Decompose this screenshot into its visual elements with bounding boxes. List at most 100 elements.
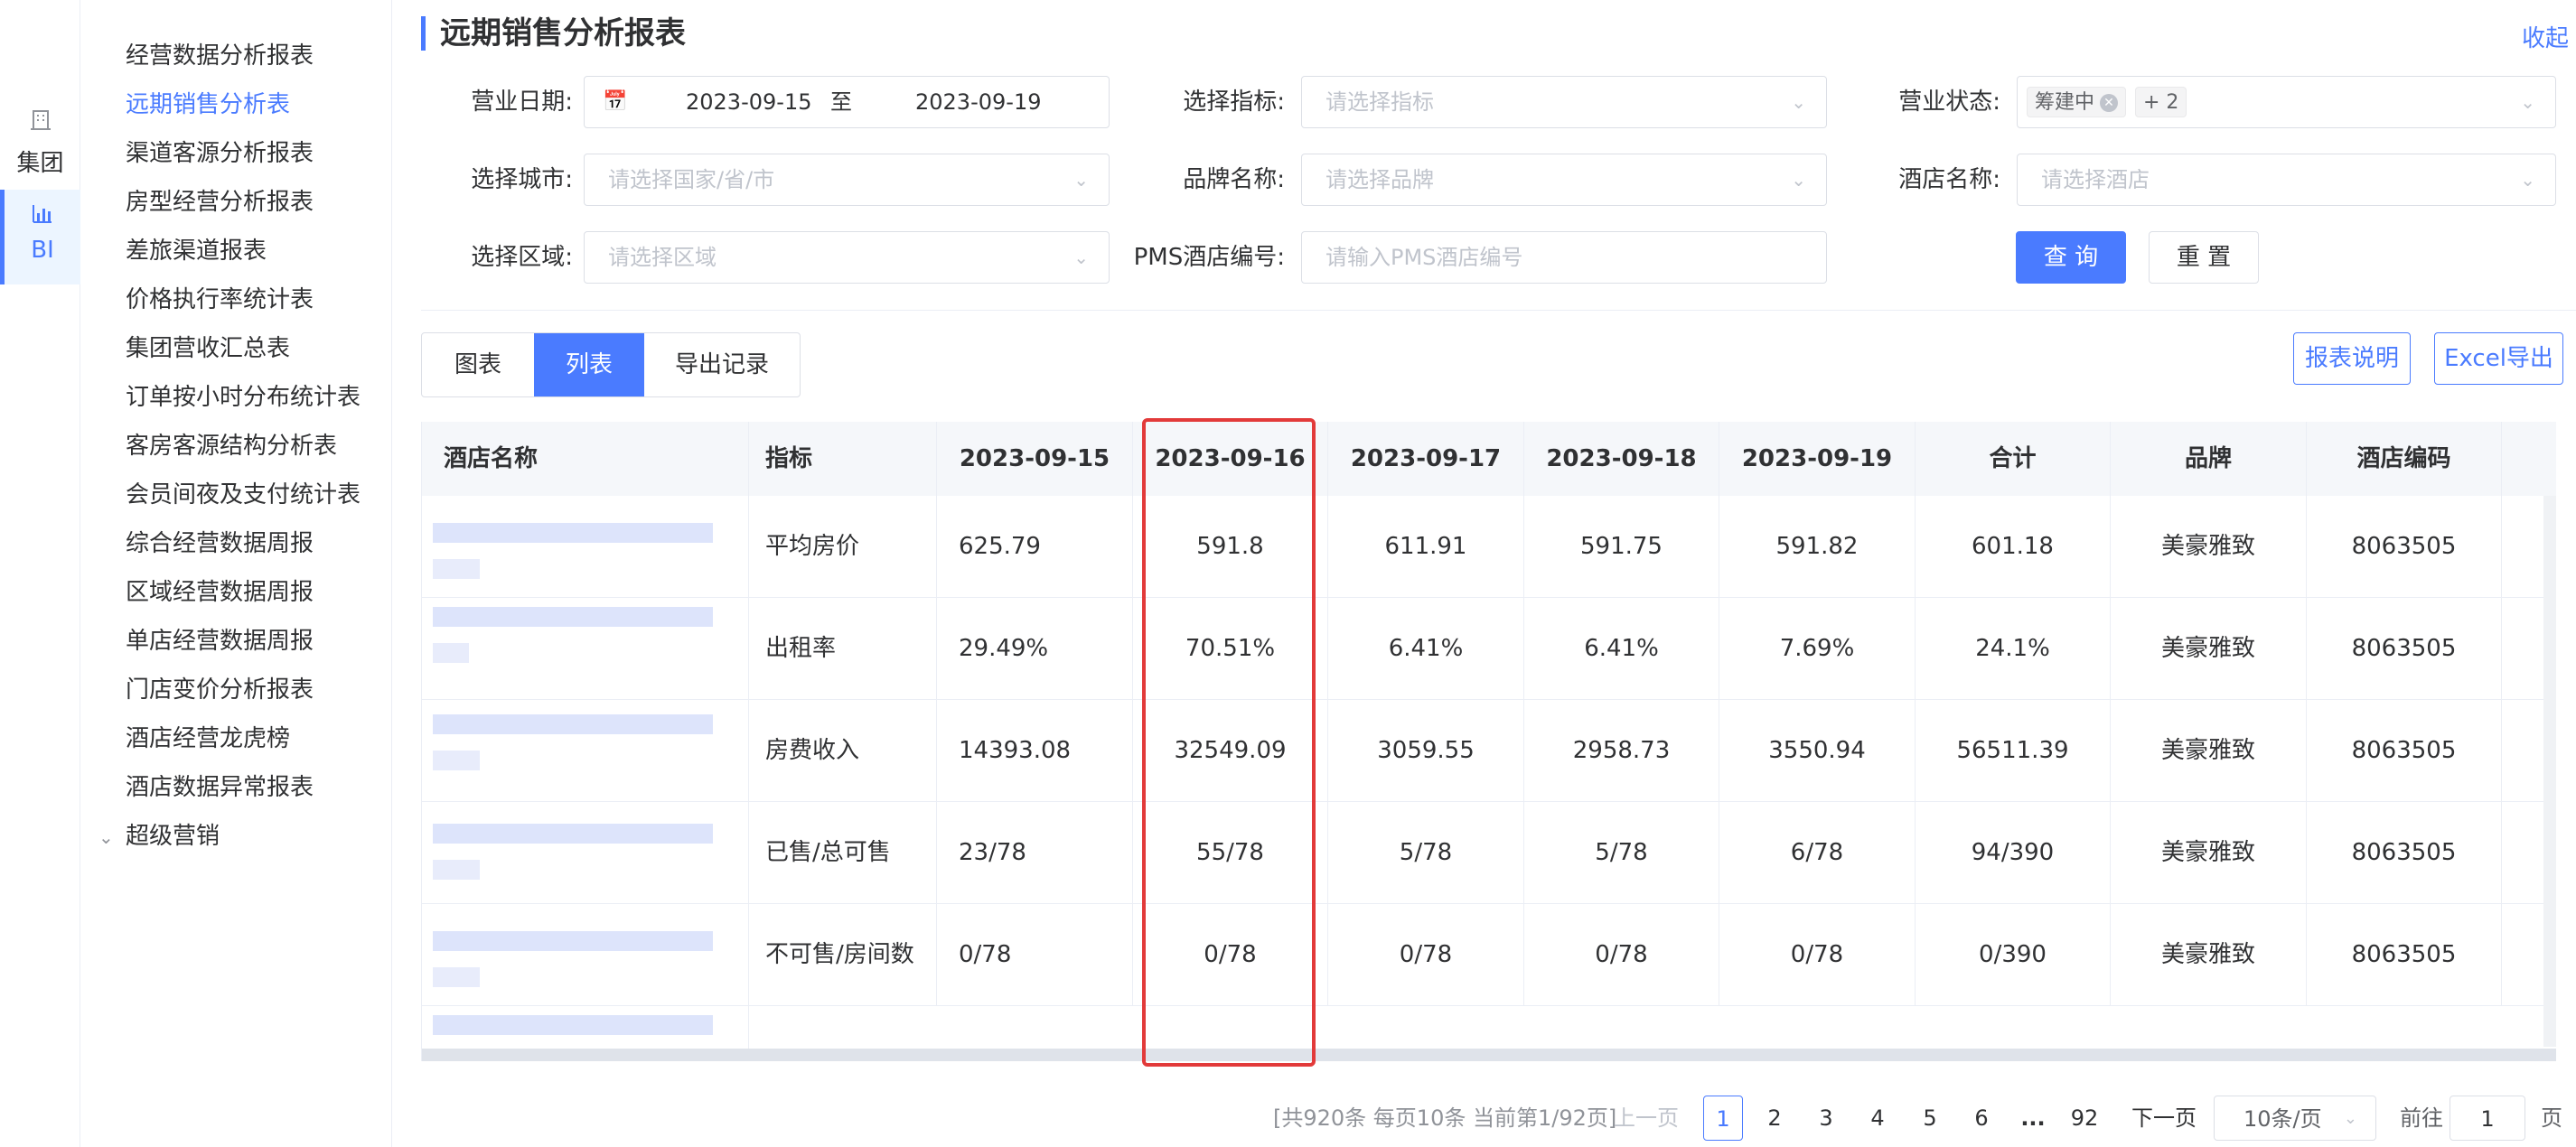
- menu-item[interactable]: 门店变价分析报表: [126, 672, 314, 708]
- menu-item[interactable]: 区域经营数据周报: [126, 574, 314, 611]
- collapse-link[interactable]: 收起: [2522, 20, 2569, 53]
- page-size-value: 10条/页: [2243, 1106, 2322, 1132]
- report-desc-button[interactable]: 报表说明: [2293, 332, 2411, 385]
- chevron-down-icon: ⌄: [1791, 169, 1806, 191]
- goto-page-input[interactable]: 1: [2450, 1096, 2525, 1141]
- indicator-cell: 不可售/房间数: [749, 904, 937, 1005]
- page-button[interactable]: 5: [1910, 1096, 1950, 1141]
- reset-button[interactable]: 重 置: [2149, 231, 2259, 284]
- tab-list[interactable]: 列表: [534, 333, 644, 396]
- menu-item[interactable]: 差旅渠道报表: [126, 233, 267, 269]
- menu-item[interactable]: 集团营收汇总表: [126, 331, 290, 367]
- page-size-select[interactable]: 10条/页 ⌄: [2214, 1096, 2376, 1141]
- status-tag-label: 筹建中: [2035, 91, 2095, 114]
- status-label: 营业状态:: [1898, 89, 2000, 116]
- brand-cell: 美豪雅致: [2111, 598, 2307, 699]
- menu-group-super-marketing[interactable]: ⌄ 超级营销: [98, 818, 220, 854]
- value-cell: 591.8: [1133, 496, 1328, 597]
- status-tag[interactable]: 筹建中 ✕: [2027, 87, 2127, 117]
- menu-item[interactable]: 酒店数据异常报表: [126, 769, 314, 806]
- indicator-cell: 平均房价: [749, 496, 937, 597]
- city-placeholder: 请选择国家/省/市: [608, 167, 775, 192]
- menu-item[interactable]: 房型经营分析报表: [126, 184, 314, 220]
- th-hotel-code: 酒店编码: [2307, 422, 2502, 496]
- bar-chart-icon: [5, 202, 80, 229]
- next-page-button[interactable]: 下一页: [2131, 1096, 2197, 1141]
- rail-item-bi[interactable]: BI: [0, 190, 80, 284]
- page-button-last[interactable]: 92: [2065, 1096, 2104, 1141]
- region-select[interactable]: 请选择区域 ⌄: [584, 231, 1110, 284]
- value-cell: 70.51%: [1133, 598, 1328, 699]
- rail-item-group[interactable]: 集团: [0, 99, 80, 194]
- tab-chart[interactable]: 图表: [422, 333, 534, 396]
- menu-item[interactable]: 订单按小时分布统计表: [126, 379, 361, 415]
- excel-export-button[interactable]: Excel导出: [2434, 332, 2563, 385]
- value-cell: 14393.08: [937, 700, 1133, 801]
- pms-input[interactable]: 请输入PMS酒店编号: [1301, 231, 1827, 284]
- menu-item[interactable]: 单店经营数据周报: [126, 623, 314, 659]
- menu-group-label: 超级营销: [126, 823, 220, 850]
- menu-item[interactable]: 客房客源结构分析表: [126, 428, 337, 464]
- city-label: 选择城市:: [471, 166, 573, 193]
- th-date: 2023-09-16: [1133, 422, 1328, 496]
- page-title: 远期销售分析报表: [421, 16, 686, 51]
- indicator-cell: 出租率: [749, 598, 937, 699]
- indicator-label: 选择指标:: [1183, 89, 1285, 116]
- value-cell: 23/78: [937, 802, 1133, 903]
- page-button[interactable]: 4: [1858, 1096, 1897, 1141]
- chevron-down-icon: ⌄: [98, 826, 114, 848]
- region-placeholder: 请选择区域: [608, 245, 717, 270]
- total-cell: 56511.39: [1916, 700, 2111, 801]
- hotel-name-cell-blurred: [422, 598, 749, 699]
- th-indicator: 指标: [749, 422, 937, 496]
- hotel-name-cell-blurred: [422, 904, 749, 1005]
- total-cell: 94/390: [1916, 802, 2111, 903]
- indicator-select[interactable]: 请选择指标 ⌄: [1301, 76, 1827, 128]
- brand-select[interactable]: 请选择品牌 ⌄: [1301, 154, 1827, 206]
- prev-page-button[interactable]: 上一页: [1614, 1096, 1679, 1141]
- close-icon[interactable]: ✕: [2100, 94, 2119, 112]
- page-button-active[interactable]: 1: [1703, 1096, 1743, 1141]
- table-vertical-scrollbar[interactable]: [2543, 496, 2556, 1047]
- date-start: 2023-09-15: [686, 89, 812, 115]
- hotel-name-cell-blurred: [422, 700, 749, 801]
- menu-item[interactable]: 综合经营数据周报: [126, 526, 314, 562]
- table-row: 已售/总可售 23/78 55/78 5/78 5/78 6/78 94/390…: [422, 802, 2556, 904]
- indicator-cell: 房费收入: [749, 700, 937, 801]
- value-cell: 6/78: [1719, 802, 1916, 903]
- menu-item[interactable]: 经营数据分析报表: [126, 38, 314, 74]
- tab-export-records[interactable]: 导出记录: [644, 333, 800, 396]
- table-row: 房费收入 14393.08 32549.09 3059.55 2958.73 3…: [422, 700, 2556, 802]
- menu-item[interactable]: 价格执行率统计表: [126, 282, 314, 318]
- value-cell: 611.91: [1328, 496, 1524, 597]
- query-button[interactable]: 查 询: [2016, 231, 2126, 284]
- data-table: 酒店名称 指标 2023-09-15 2023-09-16 2023-09-17…: [421, 422, 2556, 1061]
- indicator-placeholder: 请选择指标: [1325, 89, 1434, 115]
- menu-item-active[interactable]: 远期销售分析表: [126, 87, 290, 123]
- chevron-down-icon: ⌄: [2520, 91, 2535, 113]
- table-row: 平均房价 625.79 591.8 611.91 591.75 591.82 6…: [422, 496, 2556, 598]
- table-horizontal-scrollbar[interactable]: [422, 1049, 2556, 1061]
- chevron-down-icon: ⌄: [2520, 169, 2535, 191]
- status-select[interactable]: 筹建中 ✕ + 2 ⌄: [2017, 76, 2556, 128]
- business-date-range[interactable]: 📅 2023-09-15 至 2023-09-19: [584, 76, 1110, 128]
- business-date-label: 营业日期:: [471, 89, 573, 116]
- hotel-label: 酒店名称:: [1898, 166, 2000, 193]
- rail-label-group: 集团: [16, 150, 64, 177]
- calendar-icon: 📅: [603, 90, 628, 113]
- menu-item[interactable]: 会员间夜及支付统计表: [126, 477, 361, 513]
- city-select[interactable]: 请选择国家/省/市 ⌄: [584, 154, 1110, 206]
- menu-item[interactable]: 渠道客源分析报表: [126, 135, 314, 172]
- table-row: 出租率 29.49% 70.51% 6.41% 6.41% 7.69% 24.1…: [422, 598, 2556, 700]
- value-cell: 591.75: [1524, 496, 1719, 597]
- hotel-code-cell: 8063505: [2307, 598, 2502, 699]
- region-label: 选择区域:: [471, 244, 573, 271]
- value-cell: 29.49%: [937, 598, 1133, 699]
- value-cell: 5/78: [1328, 802, 1524, 903]
- page-button[interactable]: 6: [1962, 1096, 2001, 1141]
- page-ellipsis[interactable]: ...: [2013, 1096, 2053, 1141]
- page-button[interactable]: 2: [1755, 1096, 1794, 1141]
- menu-item[interactable]: 酒店经营龙虎榜: [126, 721, 290, 757]
- page-button[interactable]: 3: [1806, 1096, 1846, 1141]
- hotel-select[interactable]: 请选择酒店 ⌄: [2017, 154, 2556, 206]
